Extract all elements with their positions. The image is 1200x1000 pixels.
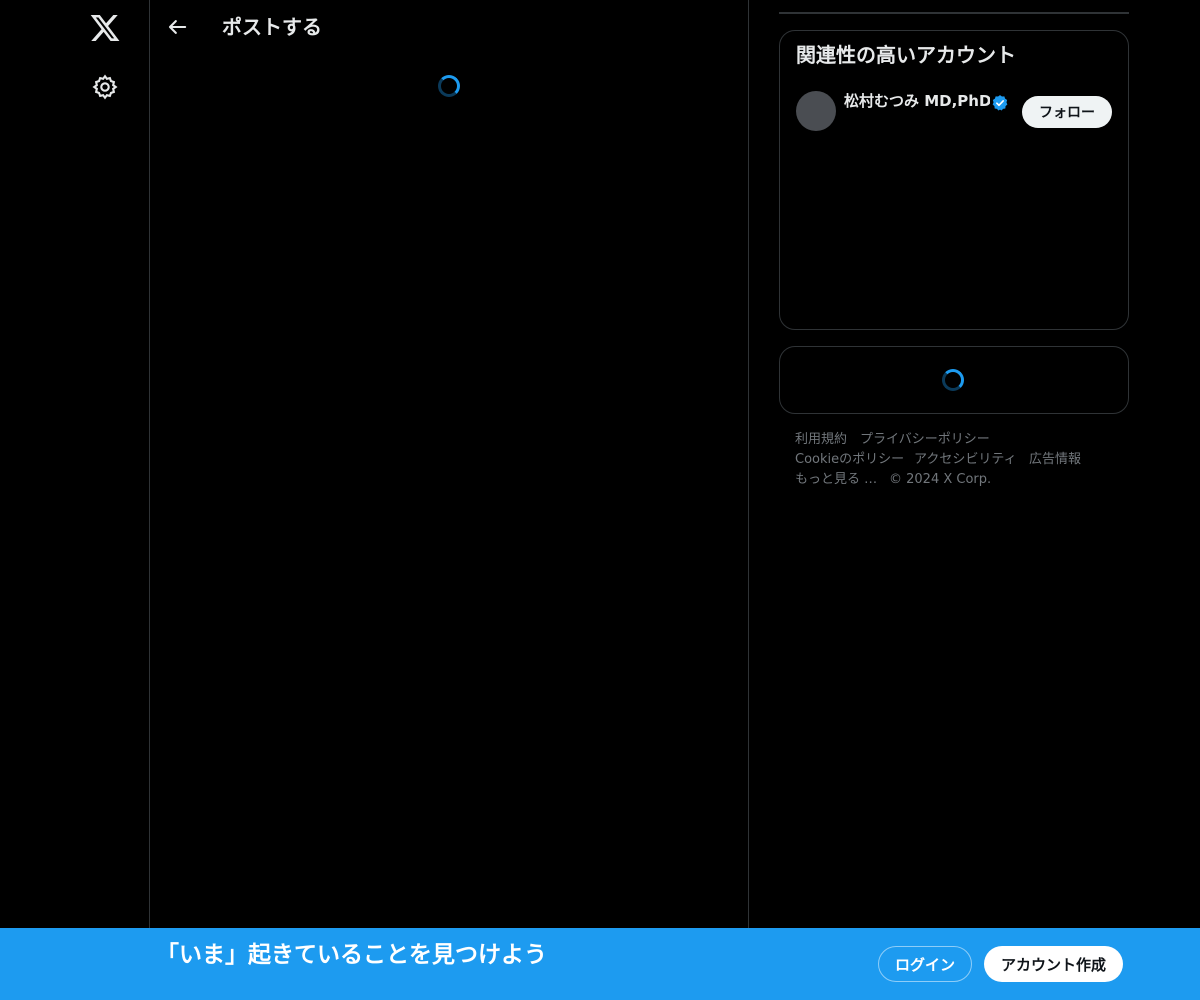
footer-link-more[interactable]: もっと見る … [795,470,877,490]
account-name[interactable]: 松村むつみ MD,PhD@ [844,91,990,111]
footer-copyright: © 2024 X Corp. [889,472,992,487]
search-divider [779,12,1129,14]
footer-link-ads-info[interactable]: 広告情報 [1029,450,1081,470]
footer-link-cookies[interactable]: Cookieのポリシー [795,450,904,470]
arrow-left-icon [168,20,187,34]
follow-button[interactable]: フォロー [1022,96,1112,128]
gear-icon[interactable] [91,73,119,101]
loading-spinner [942,369,964,391]
main-right-divider [748,0,749,928]
footer-link-privacy[interactable]: プライバシーポリシー [860,430,990,450]
relevant-accounts-title: 関連性の高いアカウント [796,43,1016,67]
main-left-divider [149,0,150,928]
account-row[interactable]: 松村むつみ MD,PhD@ フォロー [780,83,1128,139]
back-button[interactable] [163,13,191,41]
x-logo-icon[interactable] [89,12,121,44]
avatar[interactable] [796,91,836,131]
loading-spinner [438,75,460,97]
verified-badge-icon [991,94,1009,112]
page-title: ポストする [222,15,322,39]
relevant-accounts-card: 関連性の高いアカウント 松村むつみ MD,PhD@ フォロー [779,30,1129,330]
login-button[interactable]: ログイン [878,946,972,982]
signup-tagline: 「いま」起きていることを見つけよう [156,942,547,968]
footer-link-terms[interactable]: 利用規約 [795,430,847,450]
trends-card-loading [779,346,1129,414]
create-account-button[interactable]: アカウント作成 [984,946,1123,982]
footer-link-accessibility[interactable]: アクセシビリティ [914,450,1017,470]
